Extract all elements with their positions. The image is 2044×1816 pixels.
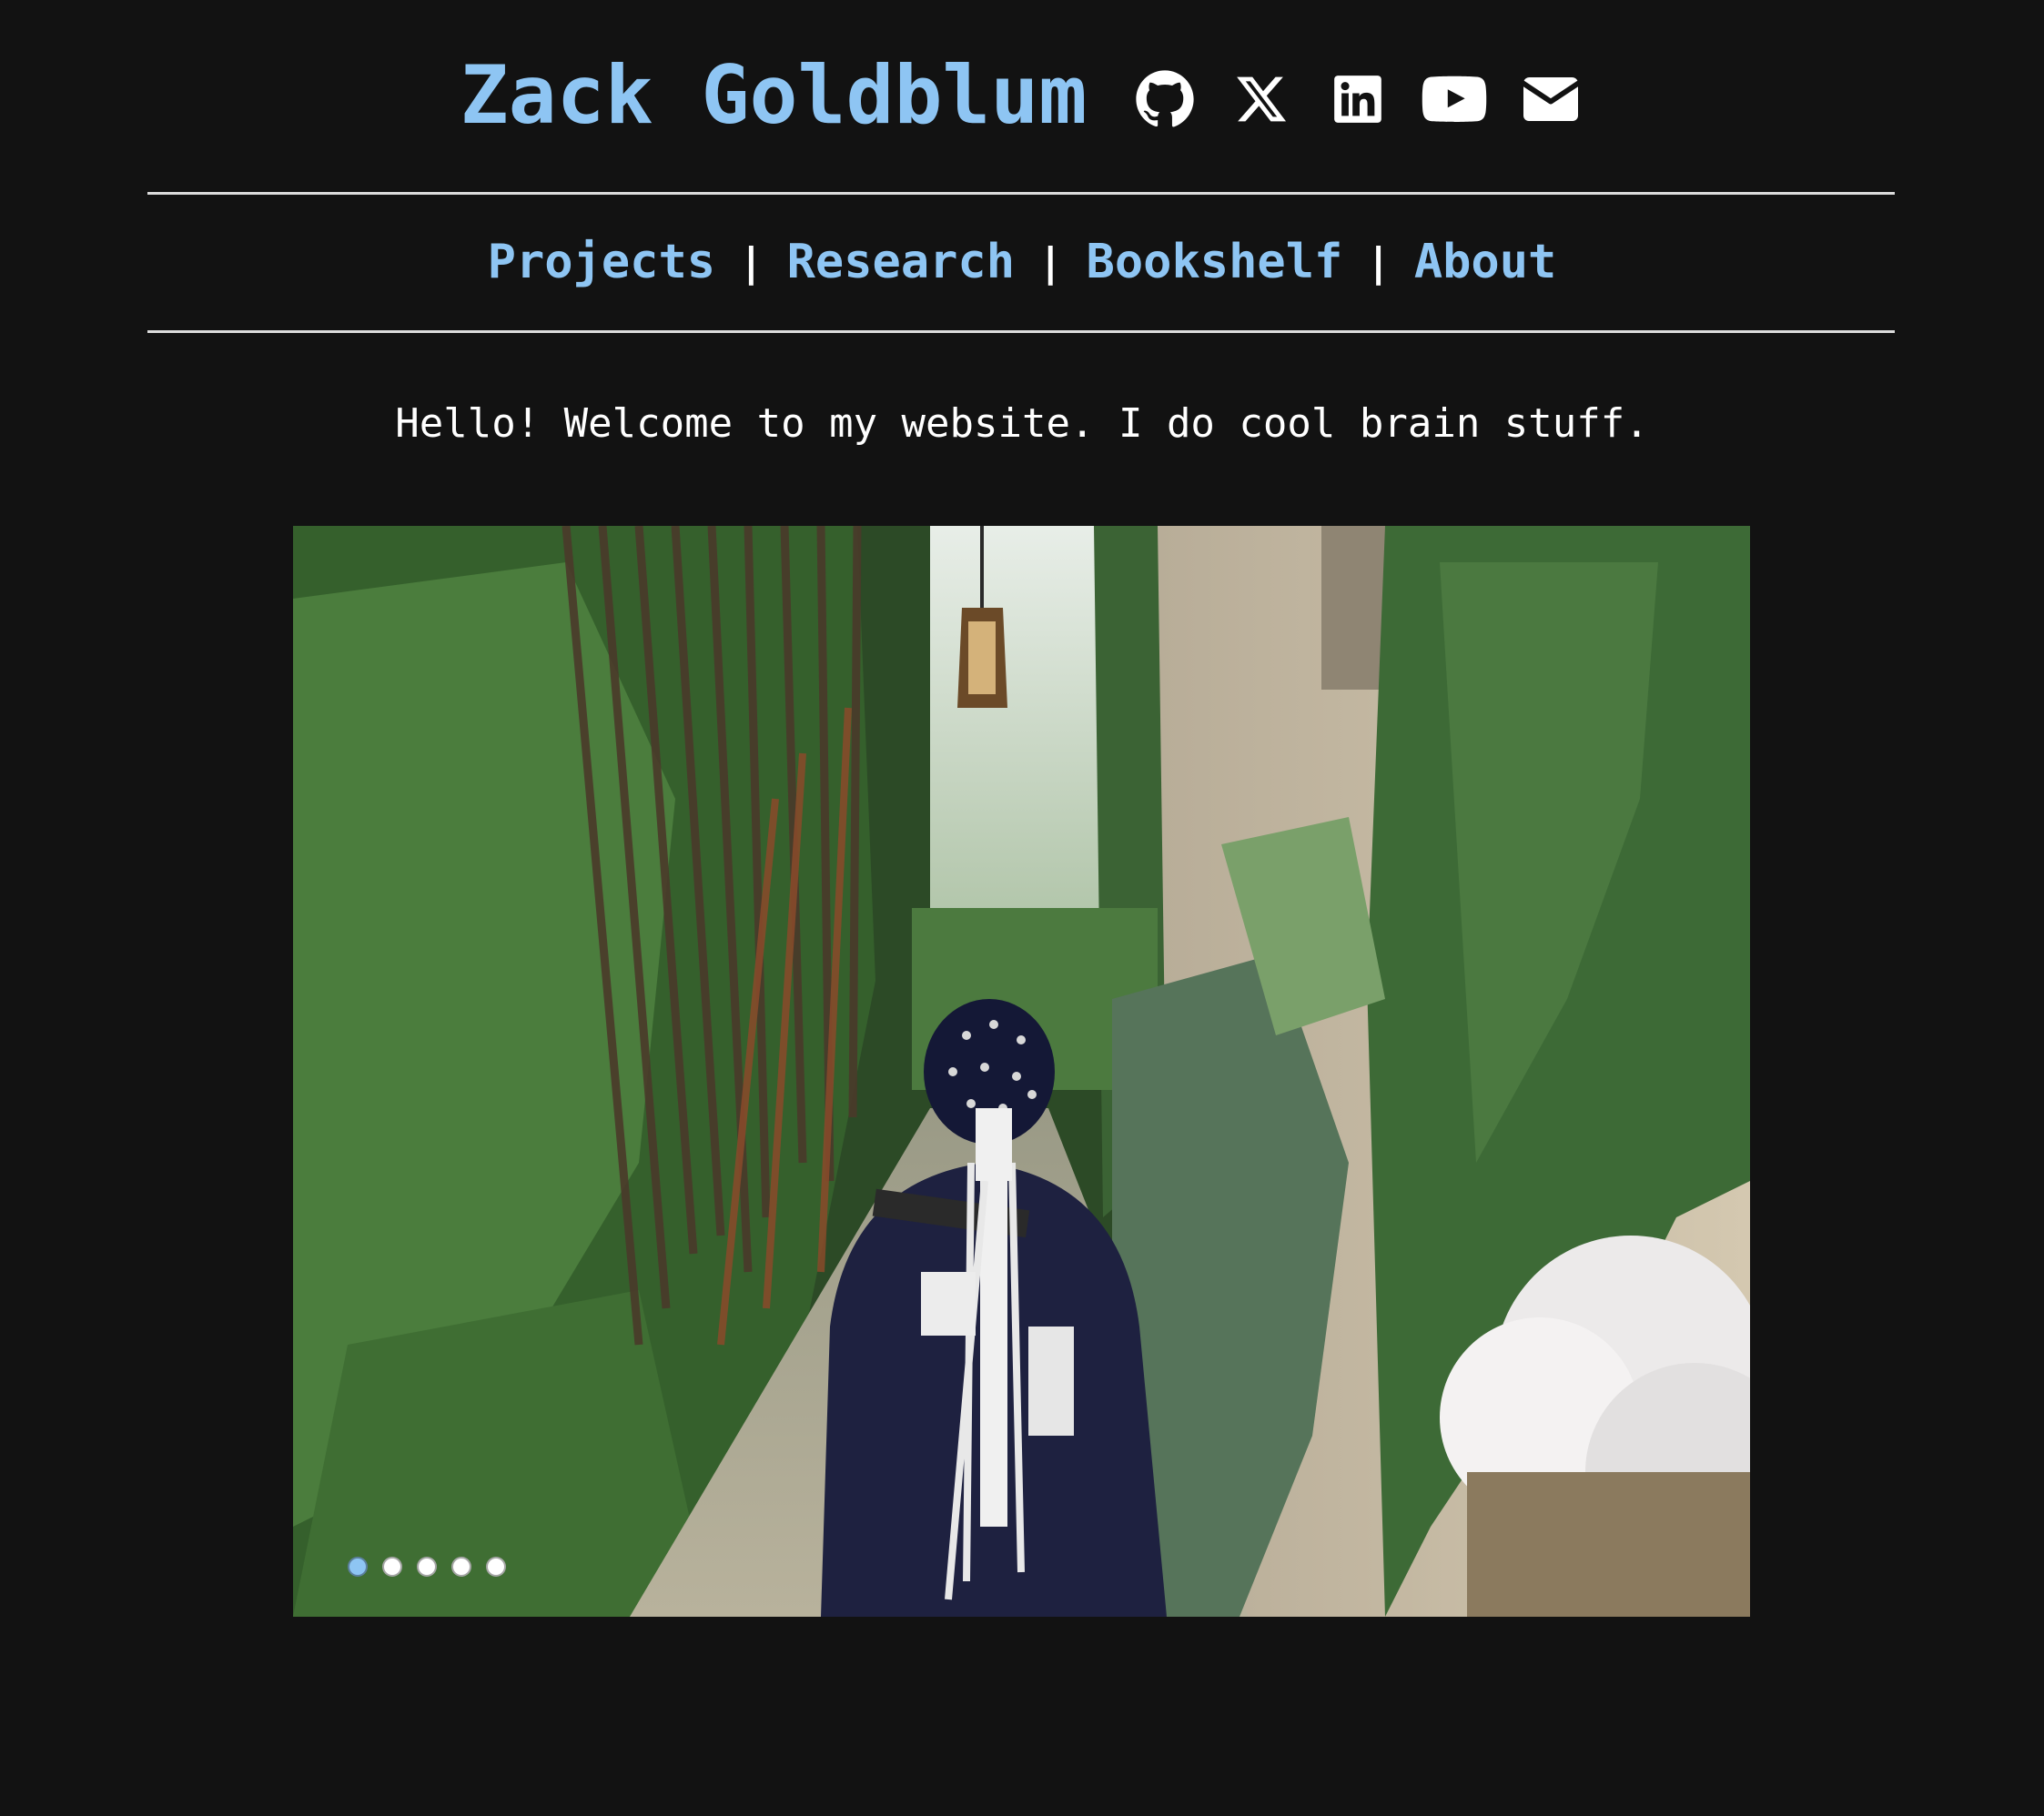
x-icon (1237, 76, 1287, 122)
github-icon (1136, 70, 1194, 127)
nav-separator: | (1366, 238, 1391, 286)
slide-dot-2[interactable] (382, 1557, 402, 1577)
slide-dot-4[interactable] (451, 1557, 471, 1577)
slide-dot-3[interactable] (417, 1557, 437, 1577)
email-icon (1523, 77, 1579, 121)
slide-dot-1[interactable] (348, 1557, 368, 1577)
slide-photo (293, 526, 1750, 1617)
social-links (1132, 66, 1584, 132)
linkedin-link[interactable] (1325, 66, 1391, 132)
linkedin-icon (1334, 76, 1382, 123)
slideshow-dots (348, 1557, 506, 1577)
site-header: Zack Goldblum (0, 36, 2044, 155)
nav-separator: | (739, 238, 764, 286)
image-slideshow[interactable] (293, 526, 1750, 1617)
github-link[interactable] (1132, 66, 1198, 132)
bottom-divider (147, 330, 1895, 333)
nav-about[interactable]: About (1414, 235, 1557, 289)
youtube-icon (1422, 76, 1487, 122)
nav-bookshelf[interactable]: Bookshelf (1087, 235, 1343, 289)
nav-separator: | (1038, 238, 1063, 286)
main-nav: Projects | Research | Bookshelf | About (0, 226, 2044, 298)
x-link[interactable] (1229, 66, 1294, 132)
intro-text: Hello! Welcome to my website. I do cool … (395, 400, 1649, 447)
nav-research[interactable]: Research (787, 235, 1015, 289)
top-divider (147, 192, 1895, 195)
email-link[interactable] (1518, 66, 1584, 132)
slide-dot-5[interactable] (486, 1557, 506, 1577)
youtube-link[interactable] (1422, 66, 1487, 132)
site-title[interactable]: Zack Goldblum (460, 55, 1088, 136)
nav-projects[interactable]: Projects (488, 235, 715, 289)
